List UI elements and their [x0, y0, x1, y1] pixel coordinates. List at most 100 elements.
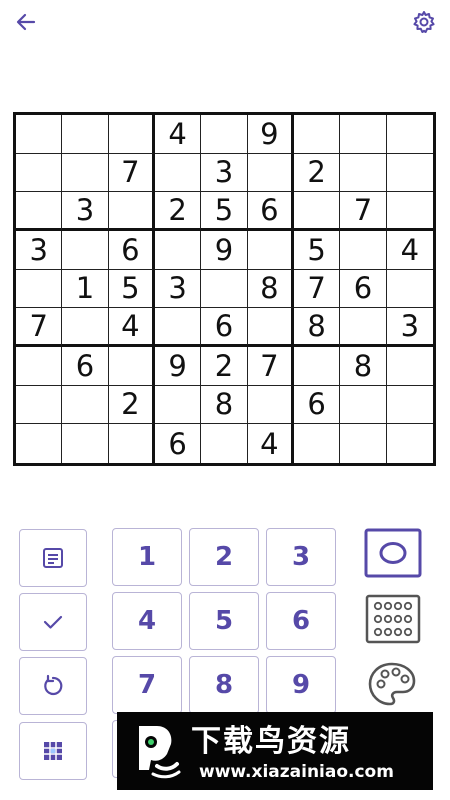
sudoku-cell[interactable]	[16, 347, 63, 386]
circle-mode-button[interactable]	[364, 528, 422, 578]
sudoku-cell[interactable]	[62, 231, 109, 270]
sudoku-cell[interactable]: 8	[293, 308, 341, 347]
sudoku-cell[interactable]	[201, 115, 248, 154]
sudoku-cell[interactable]	[340, 424, 387, 463]
sudoku-cell[interactable]: 6	[293, 385, 341, 425]
sudoku-cell[interactable]: 6	[201, 308, 248, 347]
sudoku-cell[interactable]	[201, 269, 248, 309]
sudoku-cell[interactable]: 6	[62, 347, 109, 386]
sudoku-cell[interactable]	[247, 153, 294, 193]
sudoku-cell[interactable]: 3	[154, 269, 202, 309]
sudoku-cell[interactable]: 6	[340, 269, 387, 309]
sudoku-cell[interactable]	[16, 115, 63, 154]
sudoku-cell[interactable]: 2	[108, 385, 155, 425]
sudoku-cell[interactable]: 2	[154, 192, 202, 231]
sudoku-cell[interactable]: 1	[62, 269, 109, 309]
palette-button[interactable]	[366, 660, 418, 708]
sudoku-cell[interactable]: 8	[247, 269, 294, 309]
sudoku-cell[interactable]	[340, 153, 387, 193]
sudoku-cell[interactable]	[386, 270, 433, 309]
sudoku-cell[interactable]: 4	[248, 424, 294, 463]
sudoku-cell[interactable]	[62, 308, 109, 347]
sudoku-cell[interactable]: 4	[386, 231, 433, 270]
sudoku-cell[interactable]	[340, 308, 387, 347]
number-5-button[interactable]: 5	[189, 592, 259, 650]
number-2-button[interactable]: 2	[189, 528, 259, 586]
check-button[interactable]	[19, 593, 87, 651]
notes-button[interactable]	[19, 529, 87, 587]
watermark-title: 下载鸟资源	[191, 724, 351, 759]
sudoku-cell[interactable]: 9	[201, 231, 248, 270]
sudoku-cell[interactable]: 7	[16, 308, 63, 347]
sudoku-cell[interactable]	[16, 192, 63, 231]
sudoku-cell[interactable]: 8	[201, 385, 248, 425]
number-4-button[interactable]: 4	[112, 592, 182, 650]
sudoku-cell[interactable]: 6	[155, 424, 202, 463]
sudoku-cell[interactable]: 3	[16, 231, 63, 270]
sudoku-cell[interactable]: 6	[108, 231, 155, 270]
sudoku-cell[interactable]	[154, 308, 202, 347]
sudoku-cell[interactable]	[247, 231, 294, 270]
number-6-button[interactable]: 6	[266, 592, 336, 650]
sudoku-cell[interactable]	[340, 115, 387, 154]
sudoku-cell[interactable]	[294, 424, 341, 463]
sudoku-cell[interactable]: 7	[108, 153, 155, 193]
sudoku-cell[interactable]: 2	[293, 153, 341, 193]
dots-mode-button[interactable]	[364, 594, 422, 644]
sudoku-cell[interactable]	[154, 385, 202, 425]
grid-button[interactable]	[19, 722, 87, 780]
number-8-button[interactable]: 8	[189, 656, 259, 714]
sudoku-cell[interactable]: 3	[386, 308, 433, 347]
sudoku-cell[interactable]	[16, 269, 63, 309]
sudoku-cell[interactable]	[16, 424, 63, 463]
sudoku-cell[interactable]	[386, 347, 433, 386]
back-button[interactable]	[12, 8, 40, 36]
number-9-button[interactable]: 9	[266, 656, 336, 714]
sudoku-cell[interactable]	[62, 385, 109, 425]
sudoku-cell[interactable]: 5	[201, 192, 248, 231]
sudoku-cell[interactable]	[62, 115, 109, 154]
sudoku-cell[interactable]: 9	[154, 347, 202, 386]
sudoku-cell[interactable]	[293, 347, 341, 386]
sudoku-cell[interactable]: 3	[62, 192, 109, 231]
sudoku-cell[interactable]	[62, 424, 109, 463]
sudoku-cell[interactable]: 4	[154, 115, 202, 154]
sudoku-cell[interactable]	[387, 424, 433, 463]
number-7-button[interactable]: 7	[112, 656, 182, 714]
sudoku-cell[interactable]: 4	[108, 308, 155, 347]
sudoku-cell[interactable]	[108, 192, 155, 231]
sudoku-cell[interactable]	[154, 153, 202, 193]
sudoku-cell[interactable]: 3	[201, 153, 248, 193]
sudoku-cell[interactable]	[386, 154, 433, 193]
sudoku-cell[interactable]: 8	[340, 347, 387, 386]
sudoku-cell[interactable]: 7	[293, 269, 341, 309]
sudoku-cell[interactable]	[293, 192, 341, 231]
sudoku-cell[interactable]: 7	[247, 347, 294, 386]
sudoku-cell[interactable]	[386, 115, 433, 154]
sudoku-cell[interactable]	[201, 424, 248, 463]
sudoku-cell[interactable]	[108, 115, 155, 154]
sudoku-cell[interactable]	[16, 385, 63, 425]
sudoku-cell[interactable]	[247, 308, 294, 347]
sudoku-cell[interactable]	[340, 385, 387, 425]
reset-button[interactable]	[19, 657, 87, 715]
sudoku-cell[interactable]	[108, 347, 155, 386]
sudoku-cell[interactable]	[62, 153, 109, 193]
sudoku-cell[interactable]: 2	[201, 347, 248, 386]
sudoku-cell[interactable]	[247, 385, 294, 425]
sudoku-cell[interactable]	[340, 231, 387, 270]
sudoku-cell[interactable]	[154, 231, 202, 270]
number-3-button[interactable]: 3	[266, 528, 336, 586]
sudoku-cell[interactable]	[16, 153, 63, 193]
sudoku-cell[interactable]: 9	[247, 115, 294, 154]
number-1-button[interactable]: 1	[112, 528, 182, 586]
sudoku-cell[interactable]: 5	[293, 231, 341, 270]
sudoku-cell[interactable]	[293, 115, 341, 154]
sudoku-cell[interactable]: 5	[108, 269, 155, 309]
settings-button[interactable]	[410, 8, 438, 36]
sudoku-cell[interactable]	[386, 386, 433, 425]
sudoku-cell[interactable]: 6	[247, 192, 294, 231]
sudoku-cell[interactable]: 7	[340, 192, 387, 231]
sudoku-cell[interactable]	[386, 192, 433, 231]
sudoku-cell[interactable]	[109, 424, 155, 463]
